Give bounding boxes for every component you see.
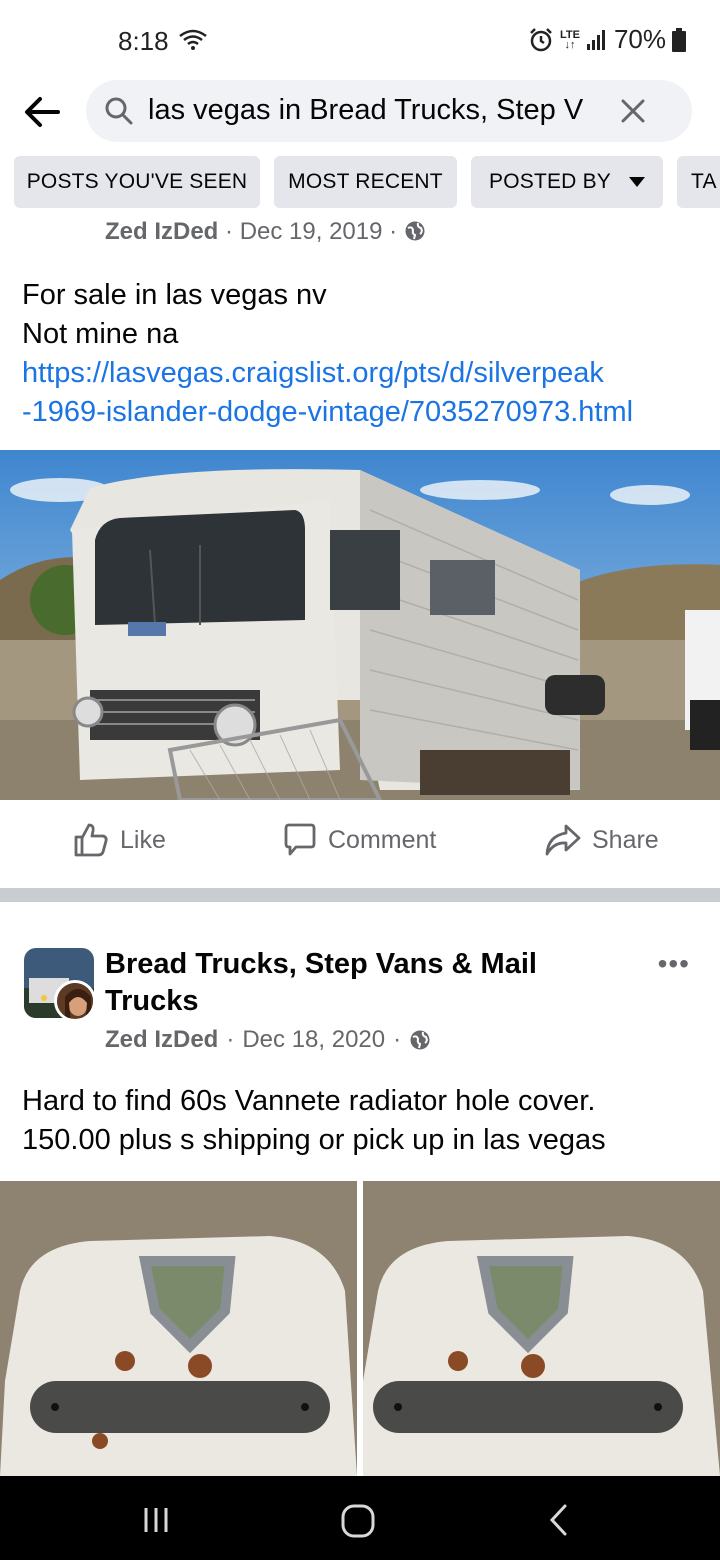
post1-link[interactable]: https://lasvegas.craigslist.org/pts/d/si…	[22, 354, 702, 432]
back-arrow-icon[interactable]	[20, 90, 64, 134]
post1-photo[interactable]	[0, 450, 720, 800]
search-bar[interactable]: las vegas in Bread Trucks, Step V	[86, 80, 692, 142]
post2-text-line: 150.00 plus s shipping or pick up in las…	[22, 1124, 606, 1156]
post2-meta: Zed IzDed · Dec 18, 2020 ·	[105, 1026, 431, 1054]
post2-author[interactable]: Zed IzDed	[105, 1026, 218, 1054]
globe-icon	[410, 1030, 430, 1050]
lte-indicator: LTE ↓↑	[559, 28, 580, 51]
status-bar: 8:18 LTE ↓↑ 70%	[0, 0, 720, 80]
wifi-icon	[179, 29, 207, 50]
comment-bubble-icon	[284, 823, 316, 856]
home-icon[interactable]	[338, 1500, 378, 1540]
user-avatar[interactable]	[54, 980, 96, 1022]
more-options-icon[interactable]: •••	[658, 948, 690, 980]
search-header: las vegas in Bread Trucks, Step V	[0, 80, 720, 144]
post2-text-line: Hard to find 60s Vannete radiator hole c…	[22, 1085, 596, 1117]
post2-date[interactable]: Dec 18, 2020	[242, 1026, 385, 1054]
status-time: 8:18	[118, 26, 169, 56]
radiator-cover-image	[363, 1181, 720, 1476]
post1-text: For sale in las vegas nv Not mine na htt…	[22, 276, 702, 432]
post2-photo-2[interactable]	[363, 1181, 720, 1476]
post1-meta: Zed IzDed · Dec 19, 2019 ·	[105, 218, 426, 248]
motorhome-image	[0, 450, 720, 800]
filter-posts-youve-seen[interactable]: POSTS YOU'VE SEEN	[14, 156, 260, 208]
alarm-icon	[530, 27, 552, 51]
post1-text-line: For sale in las vegas nv	[22, 279, 327, 311]
post2-photo-1[interactable]	[0, 1181, 357, 1476]
battery-icon	[672, 27, 686, 52]
filter-tagged[interactable]: TA	[677, 156, 720, 208]
recent-apps-icon[interactable]	[136, 1500, 176, 1540]
battery-percent: 70%	[613, 24, 666, 54]
post1-date[interactable]: Dec 19, 2019	[240, 218, 383, 245]
search-query[interactable]: las vegas in Bread Trucks, Step V	[148, 94, 608, 127]
post2-text: Hard to find 60s Vannete radiator hole c…	[22, 1082, 712, 1160]
filter-posted-by[interactable]: POSTED BY	[471, 156, 663, 208]
search-icon	[105, 97, 133, 125]
post1-author[interactable]: Zed IzDed	[105, 218, 218, 245]
status-indicators: LTE ↓↑ 70%	[528, 24, 686, 55]
post-separator	[0, 888, 720, 902]
post1-text-line: Not mine na	[22, 318, 179, 350]
like-button[interactable]: Like	[72, 820, 166, 860]
back-nav-icon[interactable]	[540, 1500, 580, 1540]
thumbs-up-icon	[74, 823, 108, 857]
post1-actions: Like Comment Share	[0, 808, 720, 874]
signal-icon	[586, 29, 605, 50]
comment-button[interactable]: Comment	[282, 820, 436, 860]
clear-search-icon[interactable]	[618, 96, 648, 126]
dropdown-triangle-icon	[629, 177, 645, 187]
globe-icon	[405, 221, 425, 241]
filter-most-recent[interactable]: MOST RECENT	[274, 156, 457, 208]
system-nav-bar	[0, 1476, 720, 1560]
share-arrow-icon	[545, 824, 581, 856]
radiator-cover-image	[0, 1181, 357, 1476]
share-button[interactable]: Share	[544, 820, 659, 860]
search-filters: POSTS YOU'VE SEEN MOST RECENT POSTED BY …	[0, 156, 720, 210]
group-name[interactable]: Bread Trucks, Step Vans & Mail Trucks	[105, 946, 625, 1020]
